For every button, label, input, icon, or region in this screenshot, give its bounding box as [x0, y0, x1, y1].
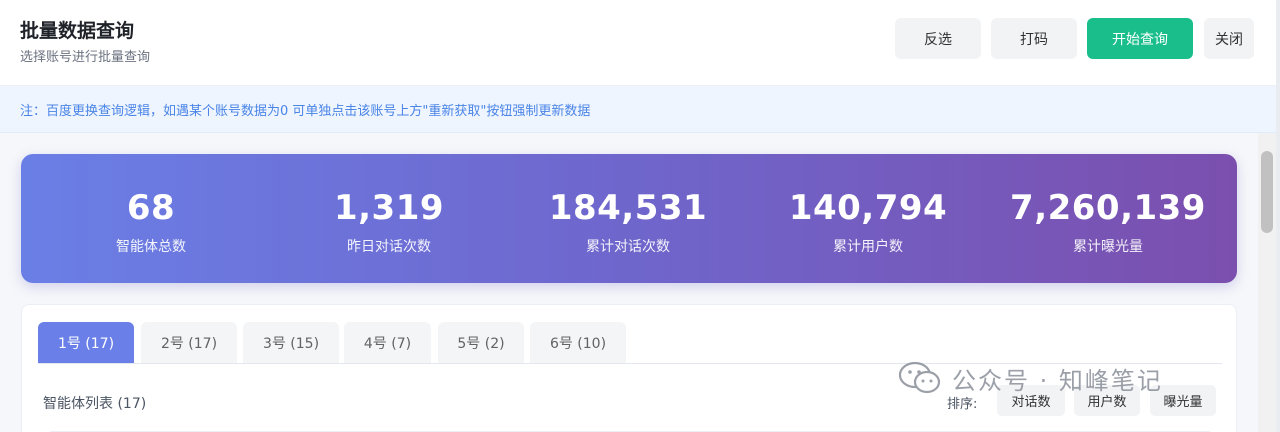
- stat-label: 智能体总数: [116, 239, 186, 255]
- stat-label: 累计用户数: [833, 239, 903, 255]
- stat-label: 昨日对话次数: [347, 239, 431, 255]
- stat-total-users: 140,794 累计用户数: [748, 154, 988, 283]
- dialog-header: 批量数据查询 选择账号进行批量查询 反选 打码 开始查询 关闭: [0, 0, 1276, 86]
- mask-button[interactable]: 打码: [991, 18, 1077, 59]
- wechat-icon: [898, 361, 941, 394]
- watermark: 公众号 · 知峰笔记: [898, 358, 1163, 398]
- batch-query-dialog: 批量数据查询 选择账号进行批量查询 反选 打码 开始查询 关闭 注：百度更换查询…: [0, 0, 1276, 432]
- stat-label: 累计曝光量: [1073, 239, 1143, 255]
- stat-yesterday-conversations: 1,319 昨日对话次数: [269, 154, 509, 283]
- stat-label: 累计对话次数: [586, 239, 670, 255]
- tab-account-5[interactable]: 5号 (2): [438, 322, 524, 364]
- stats-banner: 68 智能体总数 1,319 昨日对话次数 184,531 累计对话次数 140…: [21, 154, 1237, 283]
- invert-selection-button[interactable]: 反选: [895, 18, 981, 59]
- dialog-title: 批量数据查询: [20, 20, 135, 42]
- tab-account-2[interactable]: 2号 (17): [141, 322, 237, 364]
- stat-value: 140,794: [788, 188, 948, 228]
- notice-banner: 注：百度更换查询逻辑，如遇某个账号数据为0 可单独点击该账号上方"重新获取"按钮…: [0, 86, 1276, 133]
- stat-value: 68: [126, 188, 176, 228]
- watermark-text: 公众号 · 知峰笔记: [952, 366, 1163, 395]
- agent-list-title: 智能体列表 (17): [43, 396, 147, 412]
- vertical-scrollbar[interactable]: [1258, 133, 1276, 432]
- stat-total-conversations: 184,531 累计对话次数: [508, 154, 748, 283]
- scrollbar-thumb[interactable]: [1261, 151, 1273, 233]
- stat-value: 1,319: [333, 188, 445, 228]
- start-query-button[interactable]: 开始查询: [1087, 18, 1193, 59]
- tab-account-1[interactable]: 1号 (17): [38, 322, 134, 364]
- window-edge: [1276, 0, 1280, 432]
- stat-value: 184,531: [548, 188, 708, 228]
- tab-account-4[interactable]: 4号 (7): [344, 322, 431, 364]
- close-button[interactable]: 关闭: [1204, 18, 1254, 59]
- tab-account-6[interactable]: 6号 (10): [530, 322, 626, 364]
- dialog-subtitle: 选择账号进行批量查询: [20, 50, 151, 65]
- stat-total-exposure: 7,260,139 累计曝光量: [988, 154, 1228, 283]
- tab-account-3[interactable]: 3号 (15): [243, 322, 339, 364]
- stat-value: 7,260,139: [1010, 188, 1206, 228]
- stat-agent-total: 68 智能体总数: [21, 154, 281, 283]
